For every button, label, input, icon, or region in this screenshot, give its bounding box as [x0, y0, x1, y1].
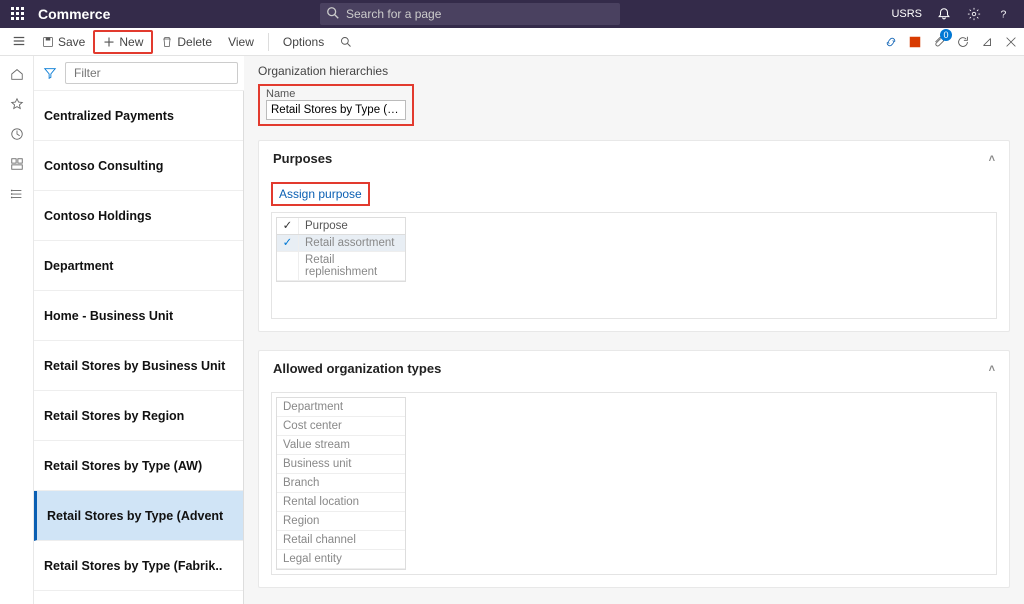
allowed-type-row[interactable]: Rental location [277, 493, 405, 512]
search-icon [340, 36, 352, 48]
allowed-types-card: Allowed organization types ˄ DepartmentC… [258, 350, 1010, 588]
purposes-table-wrap: ✓ Purpose ✓Retail assortmentRetail reple… [271, 212, 997, 319]
delete-button[interactable]: Delete [153, 32, 220, 52]
check-icon: ✓ [277, 235, 299, 251]
filter-input[interactable] [65, 62, 238, 84]
view-label: View [228, 35, 254, 49]
recent-icon[interactable] [7, 124, 27, 144]
allowed-types-table: DepartmentCost centerValue streamBusines… [276, 397, 406, 570]
hierarchy-list-item[interactable]: Home - Business Unit [34, 291, 243, 341]
name-field-group: Name [258, 84, 414, 126]
search-icon [326, 6, 340, 20]
nav-toggle-icon[interactable] [12, 34, 26, 48]
allowed-types-table-wrap: DepartmentCost centerValue streamBusines… [271, 392, 997, 575]
user-label[interactable]: USRS [891, 8, 922, 20]
purposes-table: ✓ Purpose ✓Retail assortmentRetail reple… [276, 217, 406, 282]
allowed-type-row[interactable]: Department [277, 398, 405, 417]
command-bar: Save New Delete View Options [0, 28, 1024, 56]
hierarchy-list-item[interactable]: Retail Stores by Business Unit [34, 341, 243, 391]
view-button[interactable]: View [220, 32, 262, 52]
options-label: Options [283, 35, 324, 49]
svg-text:?: ? [1001, 9, 1007, 21]
purpose-column-header: Purpose [299, 218, 405, 234]
allowed-type-row[interactable]: Region [277, 512, 405, 531]
global-search-wrap [320, 3, 620, 25]
chevron-up-icon[interactable]: ˄ [989, 363, 995, 375]
nav-rail [0, 56, 34, 604]
purposes-heading: Purposes [273, 151, 332, 166]
hierarchy-list-item[interactable]: Department [34, 241, 243, 291]
trash-icon [161, 36, 173, 48]
modules-icon[interactable] [7, 184, 27, 204]
chevron-up-icon[interactable]: ˄ [989, 153, 995, 165]
popout-icon[interactable] [980, 35, 994, 49]
close-icon[interactable] [1004, 35, 1018, 49]
check-icon [277, 252, 299, 280]
purpose-value: Retail assortment [299, 235, 405, 251]
workspaces-icon[interactable] [7, 154, 27, 174]
app-launcher-icon[interactable] [6, 7, 30, 21]
checkbox-header[interactable]: ✓ [277, 218, 299, 234]
app-title: Commerce [38, 6, 110, 22]
hierarchy-list-pane: Centralized PaymentsContoso ConsultingCo… [34, 56, 244, 604]
app-header: Commerce USRS ? [0, 0, 1024, 28]
save-label: Save [58, 35, 85, 49]
new-label: New [119, 35, 143, 49]
hierarchy-list-item[interactable]: Contoso Consulting [34, 141, 243, 191]
assign-purpose-link[interactable]: Assign purpose [271, 182, 370, 206]
link-icon[interactable] [884, 35, 898, 49]
allowed-type-row[interactable]: Value stream [277, 436, 405, 455]
delete-label: Delete [177, 35, 212, 49]
allowed-type-row[interactable]: Legal entity [277, 550, 405, 569]
gear-icon[interactable] [966, 6, 982, 22]
find-button[interactable] [332, 33, 360, 51]
office-icon[interactable] [908, 35, 922, 49]
name-input[interactable] [266, 100, 406, 120]
new-button[interactable]: New [93, 30, 153, 54]
save-icon [42, 36, 54, 48]
allowed-type-row[interactable]: Retail channel [277, 531, 405, 550]
bell-icon[interactable] [936, 6, 952, 22]
hierarchy-list-item[interactable]: Retail Stores by Type (AW) [34, 441, 243, 491]
page-heading: Organization hierarchies [258, 64, 1010, 78]
main-content: Organization hierarchies Name Purposes ˄… [244, 56, 1024, 604]
allowed-types-heading: Allowed organization types [273, 361, 441, 376]
hierarchy-list-item[interactable]: Centralized Payments [34, 91, 243, 141]
hierarchy-list-item[interactable]: Contoso Holdings [34, 191, 243, 241]
allowed-type-row[interactable]: Business unit [277, 455, 405, 474]
options-button[interactable]: Options [275, 32, 332, 52]
hierarchy-list-item[interactable]: Retail Stores by Region [34, 391, 243, 441]
home-icon[interactable] [7, 64, 27, 84]
global-search-input[interactable] [320, 3, 620, 25]
purpose-row[interactable]: Retail replenishment [277, 252, 405, 281]
hierarchy-list-item[interactable]: Retail Stores by Type (Advent [34, 491, 243, 541]
separator [268, 33, 269, 51]
attachments-icon[interactable] [932, 35, 946, 49]
save-button[interactable]: Save [34, 32, 93, 52]
name-label: Name [266, 88, 406, 100]
purpose-row[interactable]: ✓Retail assortment [277, 235, 405, 252]
hierarchy-list-item[interactable]: Retail Stores by Type (Fabrik.. [34, 541, 243, 591]
allowed-type-row[interactable]: Cost center [277, 417, 405, 436]
refresh-icon[interactable] [956, 35, 970, 49]
purpose-value: Retail replenishment [299, 252, 405, 280]
allowed-type-row[interactable]: Branch [277, 474, 405, 493]
help-icon[interactable]: ? [996, 6, 1012, 22]
filter-icon[interactable] [40, 66, 59, 80]
plus-icon [103, 36, 115, 48]
purposes-card: Purposes ˄ Assign purpose ✓ Purpose ✓Ret… [258, 140, 1010, 332]
favorites-icon[interactable] [7, 94, 27, 114]
